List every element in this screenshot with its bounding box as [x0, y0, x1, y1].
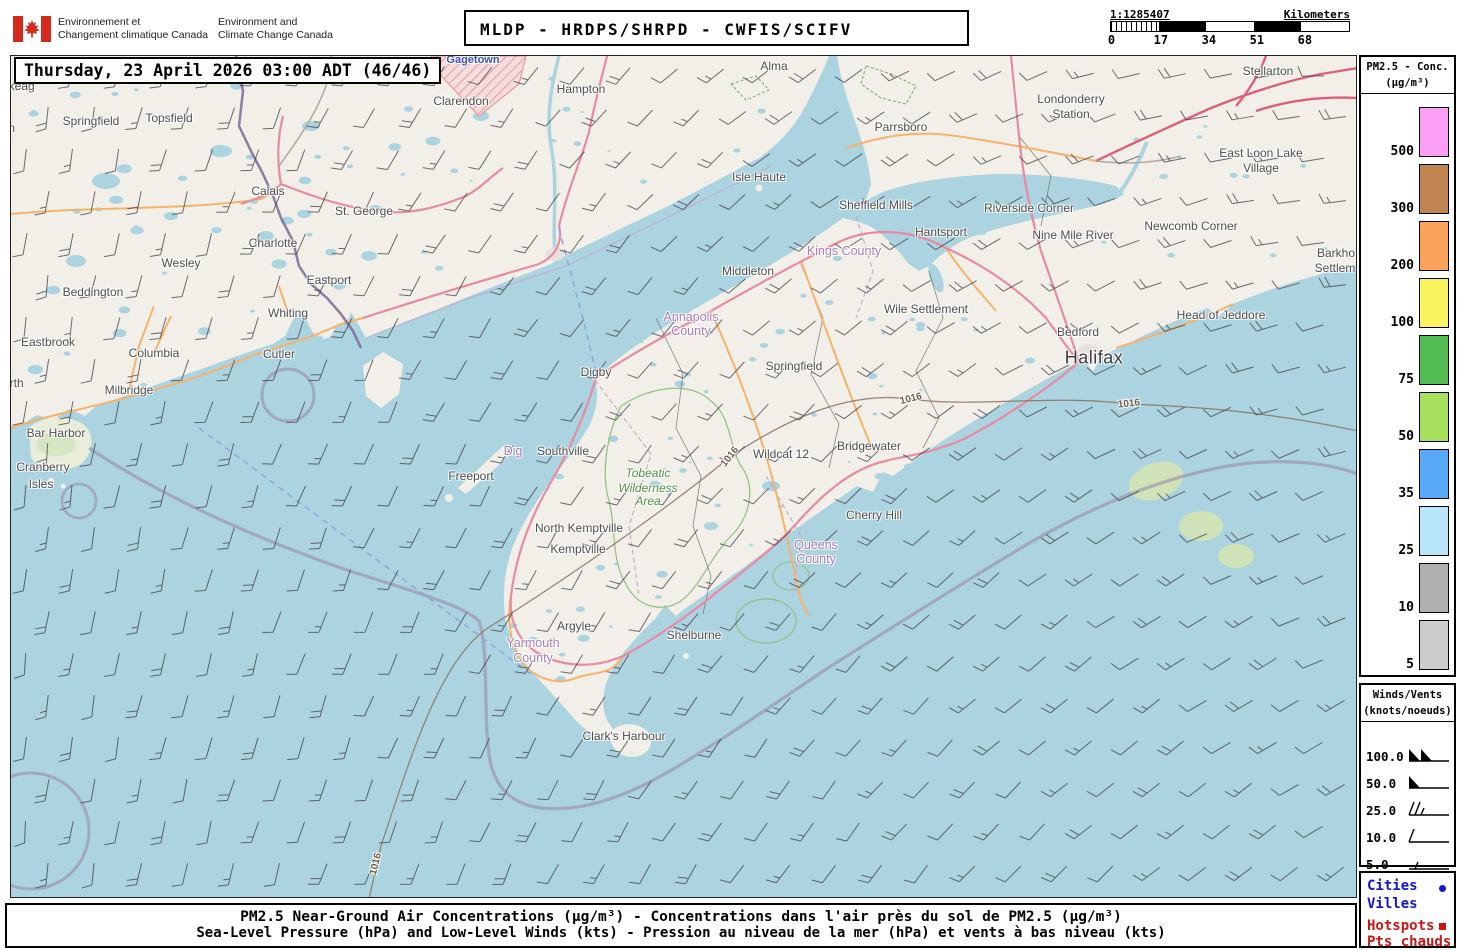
pm25-legend-row: 25: [1361, 506, 1454, 558]
pm25-color-swatch: [1419, 107, 1449, 157]
product-title: MLDP - HRDPS/SHRPD - CWFIS/SCIFV: [480, 20, 853, 39]
pm25-threshold-label: 10: [1398, 600, 1414, 615]
wind-speed-label: 100.0: [1366, 749, 1404, 764]
wind-legend-row: 10.0: [1361, 828, 1454, 848]
pm25-threshold-label: 5: [1406, 657, 1414, 672]
logo-text-french: Environnement et Changement climatique Ca…: [58, 16, 209, 41]
poi-legend-panel: Cities Villes Hotspots Pts chauds: [1359, 871, 1456, 950]
wind-speed-label: 50.0: [1366, 776, 1397, 791]
hotspots-label-fr: Pts chauds: [1367, 934, 1452, 950]
pm25-threshold-label: 75: [1398, 372, 1414, 387]
scale-segment: [1206, 22, 1254, 31]
wind-barb-symbol: [1407, 801, 1451, 823]
wind-legend-title: Winds/Vents: [1372, 689, 1443, 701]
caption-line1: PM2.5 Near-Ground Air Concentrations (µg…: [240, 909, 1122, 925]
scale-tick: 51: [1249, 33, 1265, 47]
caption-line2: Sea-Level Pressure (hPa) and Low-Level W…: [196, 925, 1166, 941]
map-canvas: attawamkeagSpringfieldTopsfieldolnCalais…: [10, 55, 1357, 898]
pm25-legend-row: 10: [1361, 563, 1454, 615]
pm25-threshold-label: 35: [1398, 486, 1414, 501]
scale-tick-labels: 0 17 34 51 68: [1107, 32, 1350, 47]
pm25-threshold-label: 300: [1390, 201, 1414, 216]
wind-speed-label: 25.0: [1366, 803, 1397, 818]
wind-legend-row: 25.0: [1361, 801, 1454, 821]
scale-strip: [1110, 21, 1350, 32]
pm25-color-swatch: [1419, 392, 1449, 442]
scale-tick: 0: [1107, 33, 1116, 47]
caption-box: PM2.5 Near-Ground Air Concentrations (µg…: [5, 903, 1357, 948]
pm25-legend-row: 500: [1361, 107, 1454, 159]
flag-red-bar: [41, 16, 51, 42]
scale-segment: [1301, 22, 1349, 31]
pm25-threshold-label: 25: [1398, 543, 1414, 558]
pm25-legend-panel: PM2.5 - Conc. (µg/m³) 500 300 200 100 75 50 35…: [1359, 55, 1456, 677]
cities-label-fr: Villes: [1367, 896, 1418, 912]
wind-legend-row: 50.0: [1361, 774, 1454, 794]
pm25-legend-row: 75: [1361, 335, 1454, 387]
cities-label-en: Cities: [1367, 878, 1418, 894]
pm25-threshold-label: 100: [1390, 315, 1414, 330]
scale-segment: [1111, 22, 1159, 31]
top-bar: Environnement et Changement climatique Ca…: [0, 0, 1460, 55]
map-base-layers: [11, 56, 1356, 897]
pm25-legend-row: 200: [1361, 221, 1454, 273]
pm25-legend-units: (µg/m³): [1385, 77, 1430, 89]
maple-leaf-icon: [24, 20, 40, 38]
wind-barb-symbol: [1407, 774, 1451, 796]
city-dot-icon: [1439, 885, 1446, 892]
wind-legend-row: 100.0: [1361, 747, 1454, 767]
pm25-color-swatch: [1419, 563, 1449, 613]
wind-legend-panel: Winds/Vents (knots/noeuds) 100.0 50.0 25.0…: [1359, 683, 1456, 872]
pm25-color-swatch: [1419, 506, 1449, 556]
scale-segment: [1253, 22, 1302, 31]
pm25-legend-row: 100: [1361, 278, 1454, 330]
divider: [1361, 93, 1454, 94]
hotspots-label-en: Hotspots: [1367, 918, 1435, 934]
scale-ratio: 1:1285407: [1110, 8, 1170, 21]
divider: [1361, 721, 1454, 722]
canada-flag-logo: [13, 16, 51, 42]
wind-speed-label: 10.0: [1366, 830, 1397, 845]
scale-segment: [1158, 22, 1207, 31]
timestamp: Thursday, 23 April 2026 03:00 ADT (46/46…: [24, 61, 432, 80]
pm25-color-swatch: [1419, 164, 1449, 214]
pm25-legend-row: 50: [1361, 392, 1454, 444]
wind-barb-symbol: [1407, 828, 1451, 850]
pm25-legend-row: 35: [1361, 449, 1454, 501]
product-title-box: MLDP - HRDPS/SHRPD - CWFIS/SCIFV: [464, 10, 969, 46]
flag-red-bar: [13, 16, 23, 42]
pm25-threshold-label: 50: [1398, 429, 1414, 444]
logo-text-english: Environment and Climate Change Canada: [218, 16, 333, 41]
pm25-threshold-label: 500: [1390, 144, 1414, 159]
wind-legend-units: (knots/noeuds): [1363, 705, 1452, 717]
wind-barb-symbol: [1407, 747, 1451, 769]
pm25-color-swatch: [1419, 335, 1449, 385]
timestamp-box: Thursday, 23 April 2026 03:00 ADT (46/46…: [14, 57, 442, 84]
pm25-threshold-label: 200: [1390, 258, 1414, 273]
pm25-color-swatch: [1419, 620, 1449, 670]
hotspot-square-icon: [1439, 923, 1446, 930]
map-scale-bar: 1:1285407 Kilometers 0 17 34 51 68: [1107, 8, 1350, 47]
pm25-legend-row: 5: [1361, 620, 1454, 672]
pm25-color-swatch: [1419, 221, 1449, 271]
scale-unit-label: Kilometers: [1283, 8, 1350, 21]
scale-tick: 34: [1201, 33, 1217, 47]
flag-white-field: [23, 16, 41, 42]
pm25-legend-title: PM2.5 - Conc.: [1366, 61, 1449, 73]
wind-speed-label: 5.0: [1366, 857, 1389, 872]
pm25-color-swatch: [1419, 278, 1449, 328]
scale-tick: 17: [1153, 33, 1169, 47]
pm25-color-swatch: [1419, 449, 1449, 499]
scale-tick: 68: [1297, 33, 1313, 47]
pm25-legend-row: 300: [1361, 164, 1454, 216]
